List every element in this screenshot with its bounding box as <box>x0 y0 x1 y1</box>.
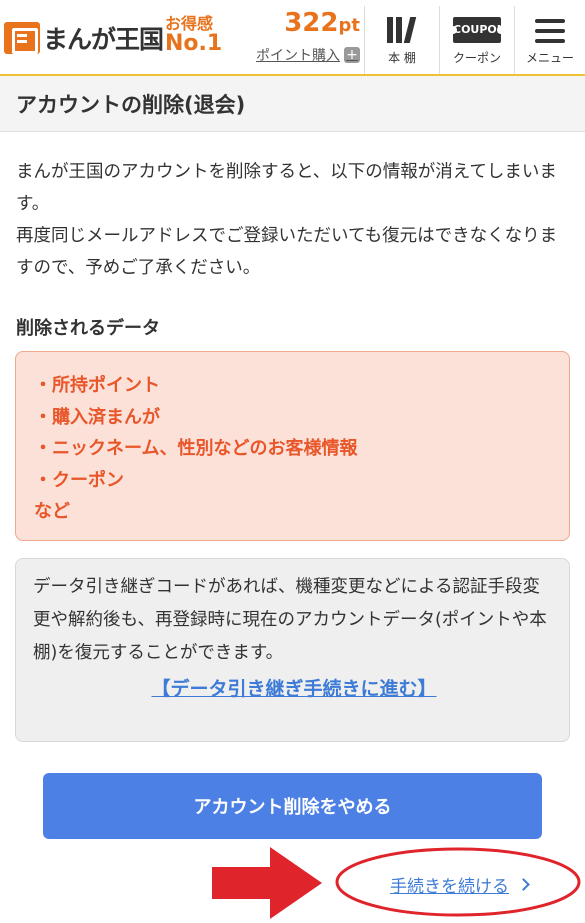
page-title-bar: アカウントの削除(退会) <box>0 76 585 132</box>
continue-procedure-link[interactable]: 手続きを続ける <box>390 872 530 897</box>
logo-text: まんが王国 <box>43 25 164 54</box>
list-item: ・ニックネーム、性別などのお客様情報 <box>34 438 358 459</box>
menu-button[interactable]: メニュー <box>514 6 585 74</box>
buy-points-link[interactable]: ポイント購入 + <box>238 45 360 65</box>
deleted-data-heading: 削除されるデータ <box>16 318 160 339</box>
cancel-deletion-button[interactable]: アカウント削除をやめる <box>43 773 542 839</box>
list-item: ・所持ポイント <box>34 375 160 396</box>
site-header: まんが王国 お得感 No.1 322pt ポイント購入 + 本 棚 COUPON… <box>0 0 585 76</box>
red-arrow-icon <box>212 847 322 919</box>
data-transfer-info-text: データ引き継ぎコードがあれば、機種変更などによる認証手段変更や解約後も、再登録時… <box>33 577 547 663</box>
bookshelf-icon <box>385 17 419 43</box>
points-value: 322 <box>284 8 339 38</box>
bookshelf-button[interactable]: 本 棚 <box>364 6 439 74</box>
deleted-data-etc: など <box>34 501 70 522</box>
page-title: アカウントの削除(退会) <box>16 92 246 117</box>
list-item: ・購入済まんが <box>34 406 160 428</box>
intro-text: まんが王国のアカウントを削除すると、以下の情報が消えてしまいます。 再度同じメー… <box>16 162 558 278</box>
no1-badge: お得感 No.1 <box>165 14 223 56</box>
chevron-right-icon <box>517 878 530 891</box>
book-logo-icon <box>4 22 40 54</box>
deleted-data-list: ・所持ポイント ・購入済まんが ・ニックネーム、性別などのお客様情報 ・クーポン <box>34 370 569 496</box>
hamburger-icon <box>535 19 565 43</box>
coupon-ticket-icon: COUPON <box>449 17 506 43</box>
plus-icon: + <box>344 47 360 63</box>
points-display: 322pt ポイント購入 + <box>238 10 360 65</box>
site-logo[interactable]: まんが王国 <box>4 20 164 56</box>
deleted-data-box: ・所持ポイント ・購入済まんが ・ニックネーム、性別などのお客様情報 ・クーポン… <box>15 351 570 541</box>
coupon-button[interactable]: COUPON クーポン <box>439 6 514 74</box>
data-transfer-link[interactable]: 【データ引き継ぎ手続きに進む】 <box>33 674 555 701</box>
list-item: ・クーポン <box>34 469 124 491</box>
data-transfer-info-box: データ引き継ぎコードがあれば、機種変更などによる認証手段変更や解約後も、再登録時… <box>15 558 570 742</box>
points-unit: pt <box>338 15 361 36</box>
